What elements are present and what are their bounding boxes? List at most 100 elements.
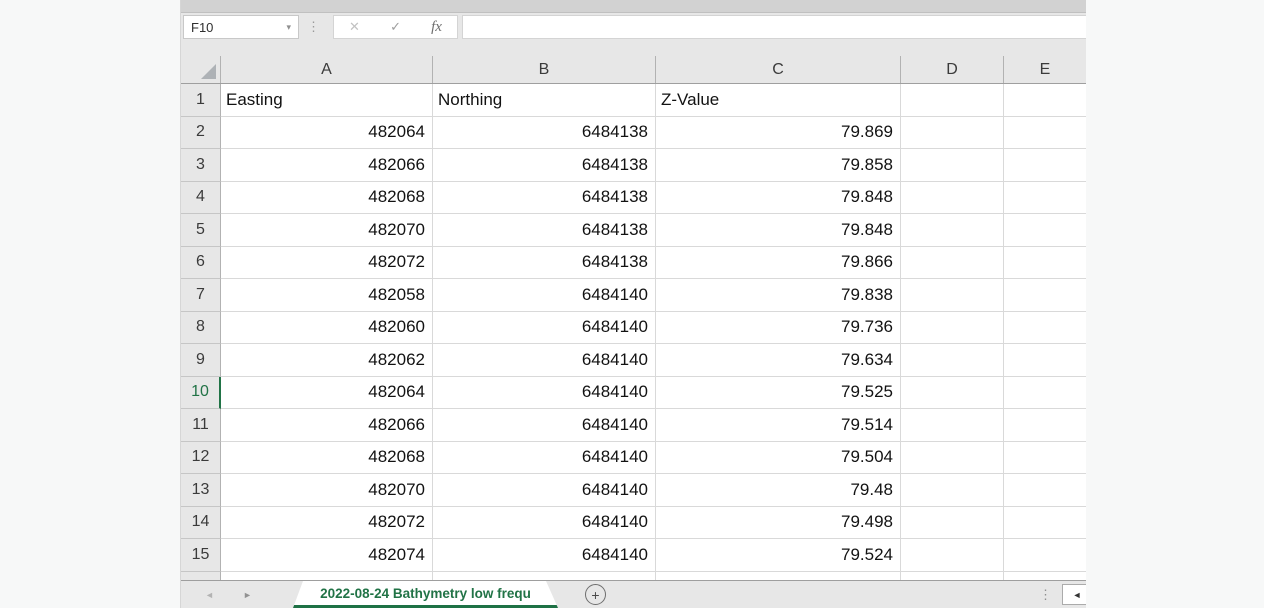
row-header-14[interactable]: 14	[181, 507, 221, 540]
cell-d3[interactable]	[901, 149, 1004, 182]
cell-c8[interactable]: 79.736	[656, 312, 901, 345]
row-header-16[interactable]: 16	[181, 572, 221, 581]
add-sheet-icon[interactable]: +	[585, 584, 606, 605]
row-header-1[interactable]: 1	[181, 84, 221, 117]
cell-c15[interactable]: 79.524	[656, 539, 901, 572]
cell-a5[interactable]: 482070	[221, 214, 433, 247]
cell-b12[interactable]: 6484140	[433, 442, 656, 475]
formula-bar-drag-handle-icon[interactable]: ⋮	[307, 15, 320, 39]
cell-d15[interactable]	[901, 539, 1004, 572]
cell-b2[interactable]: 6484138	[433, 117, 656, 150]
cell-e4[interactable]	[1004, 182, 1086, 215]
cell-c16[interactable]	[656, 572, 901, 581]
cell-d6[interactable]	[901, 247, 1004, 280]
row-header-2[interactable]: 2	[181, 117, 221, 150]
column-header-a[interactable]: A	[221, 56, 433, 83]
row-header-15[interactable]: 15	[181, 539, 221, 572]
cell-d13[interactable]	[901, 474, 1004, 507]
cell-d1[interactable]	[901, 84, 1004, 117]
cell-c3[interactable]: 79.858	[656, 149, 901, 182]
cell-a11[interactable]: 482066	[221, 409, 433, 442]
cell-d16[interactable]	[901, 572, 1004, 581]
next-sheet-icon[interactable]: ►	[243, 581, 252, 608]
scrollbar-drag-handle-icon[interactable]: ⋮	[1039, 581, 1052, 608]
cell-a8[interactable]: 482060	[221, 312, 433, 345]
cell-e3[interactable]	[1004, 149, 1086, 182]
cell-a12[interactable]: 482068	[221, 442, 433, 475]
cell-e11[interactable]	[1004, 409, 1086, 442]
cell-b16[interactable]	[433, 572, 656, 581]
row-header-12[interactable]: 12	[181, 442, 221, 475]
cell-c10[interactable]: 79.525	[656, 377, 901, 410]
cell-c13[interactable]: 79.48	[656, 474, 901, 507]
row-header-3[interactable]: 3	[181, 149, 221, 182]
cell-b7[interactable]: 6484140	[433, 279, 656, 312]
cell-c7[interactable]: 79.838	[656, 279, 901, 312]
column-header-b[interactable]: B	[433, 56, 656, 83]
cell-a10[interactable]: 482064	[221, 377, 433, 410]
row-header-4[interactable]: 4	[181, 182, 221, 215]
cell-b3[interactable]: 6484138	[433, 149, 656, 182]
row-header-6[interactable]: 6	[181, 247, 221, 280]
cell-c1[interactable]: Z-Value	[656, 84, 901, 117]
cell-e2[interactable]	[1004, 117, 1086, 150]
cell-b9[interactable]: 6484140	[433, 344, 656, 377]
cell-d8[interactable]	[901, 312, 1004, 345]
cell-e12[interactable]	[1004, 442, 1086, 475]
row-header-7[interactable]: 7	[181, 279, 221, 312]
row-header-5[interactable]: 5	[181, 214, 221, 247]
cell-c11[interactable]: 79.514	[656, 409, 901, 442]
cell-e15[interactable]	[1004, 539, 1086, 572]
cell-d11[interactable]	[901, 409, 1004, 442]
cell-c4[interactable]: 79.848	[656, 182, 901, 215]
insert-function-icon[interactable]: fx	[431, 19, 442, 36]
cell-a2[interactable]: 482064	[221, 117, 433, 150]
cell-b14[interactable]: 6484140	[433, 507, 656, 540]
cell-d7[interactable]	[901, 279, 1004, 312]
row-header-8[interactable]: 8	[181, 312, 221, 345]
cell-d5[interactable]	[901, 214, 1004, 247]
row-header-11[interactable]: 11	[181, 409, 221, 442]
cell-e14[interactable]	[1004, 507, 1086, 540]
column-header-e[interactable]: E	[1004, 56, 1086, 83]
cell-b5[interactable]: 6484138	[433, 214, 656, 247]
cell-c12[interactable]: 79.504	[656, 442, 901, 475]
cell-b11[interactable]: 6484140	[433, 409, 656, 442]
select-all-corner[interactable]	[181, 56, 221, 83]
cell-c14[interactable]: 79.498	[656, 507, 901, 540]
column-header-d[interactable]: D	[901, 56, 1004, 83]
cell-c6[interactable]: 79.866	[656, 247, 901, 280]
cell-d4[interactable]	[901, 182, 1004, 215]
cell-e5[interactable]	[1004, 214, 1086, 247]
cell-b8[interactable]: 6484140	[433, 312, 656, 345]
cell-e13[interactable]	[1004, 474, 1086, 507]
cell-b13[interactable]: 6484140	[433, 474, 656, 507]
cell-d14[interactable]	[901, 507, 1004, 540]
cell-a4[interactable]: 482068	[221, 182, 433, 215]
cell-a6[interactable]: 482072	[221, 247, 433, 280]
cell-d9[interactable]	[901, 344, 1004, 377]
cell-b1[interactable]: Northing	[433, 84, 656, 117]
cell-a9[interactable]: 482062	[221, 344, 433, 377]
cell-a15[interactable]: 482074	[221, 539, 433, 572]
cell-e6[interactable]	[1004, 247, 1086, 280]
cell-b10[interactable]: 6484140	[433, 377, 656, 410]
column-header-c[interactable]: C	[656, 56, 901, 83]
cell-b6[interactable]: 6484138	[433, 247, 656, 280]
cell-a13[interactable]: 482070	[221, 474, 433, 507]
cell-a14[interactable]: 482072	[221, 507, 433, 540]
cell-c2[interactable]: 79.869	[656, 117, 901, 150]
cell-e7[interactable]	[1004, 279, 1086, 312]
row-header-10[interactable]: 10	[181, 377, 221, 410]
formula-bar-input[interactable]	[462, 15, 1086, 39]
cell-c5[interactable]: 79.848	[656, 214, 901, 247]
enter-icon[interactable]: ✓	[390, 19, 401, 35]
cell-e16[interactable]	[1004, 572, 1086, 581]
row-header-9[interactable]: 9	[181, 344, 221, 377]
cell-b4[interactable]: 6484138	[433, 182, 656, 215]
cell-a3[interactable]: 482066	[221, 149, 433, 182]
cell-d10[interactable]	[901, 377, 1004, 410]
active-sheet-tab[interactable]: 2022-08-24 Bathymetry low frequ	[293, 581, 558, 608]
cell-d12[interactable]	[901, 442, 1004, 475]
cell-a7[interactable]: 482058	[221, 279, 433, 312]
